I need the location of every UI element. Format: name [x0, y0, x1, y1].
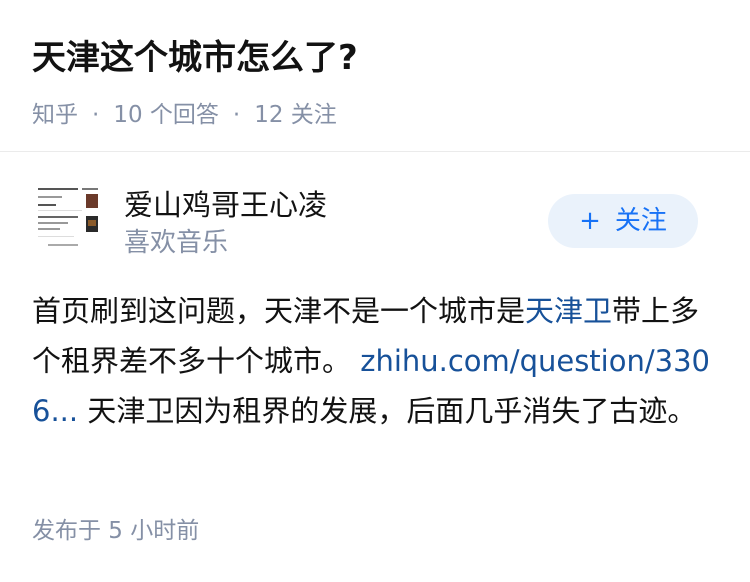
- plus-icon: +: [579, 206, 601, 236]
- separator-dot: ·: [232, 102, 241, 128]
- author-bio: 喜欢音乐: [124, 228, 229, 258]
- follow-label: 关注: [614, 206, 667, 236]
- question-title[interactable]: 天津这个城市怎么了?: [32, 34, 718, 82]
- question-header: 天津这个城市怎么了? 知乎 · 10 个回答 · 12 关注: [0, 0, 750, 151]
- author-block: 爱山鸡哥王心凌 喜欢音乐 + 关注: [32, 182, 718, 264]
- author-name[interactable]: 爱山鸡哥王心凌: [124, 186, 327, 224]
- source-label: 知乎: [32, 102, 78, 128]
- follower-count: 12 关注: [254, 102, 337, 128]
- question-meta: 知乎 · 10 个回答 · 12 关注: [32, 98, 718, 132]
- separator-dot: ·: [92, 102, 100, 128]
- answer-text: 天津卫因为租界的发展，后面几乎消失了古迹。: [78, 394, 697, 428]
- publish-time: 发布于 5 小时前: [32, 518, 200, 544]
- answer-content[interactable]: 首页刷到这问题，天津不是一个城市是天津卫带上多个租界差不多十个城市。 zhihu…: [32, 286, 722, 436]
- answer-count[interactable]: 10 个回答: [113, 98, 219, 132]
- follow-button[interactable]: + 关注: [548, 194, 698, 248]
- highlight-link[interactable]: 天津卫: [525, 294, 612, 328]
- answer-text: 首页刷到这问题，天津不是一个城市是: [32, 294, 526, 328]
- divider: [0, 151, 750, 152]
- avatar[interactable]: [32, 182, 106, 256]
- avatar-image: [32, 182, 106, 256]
